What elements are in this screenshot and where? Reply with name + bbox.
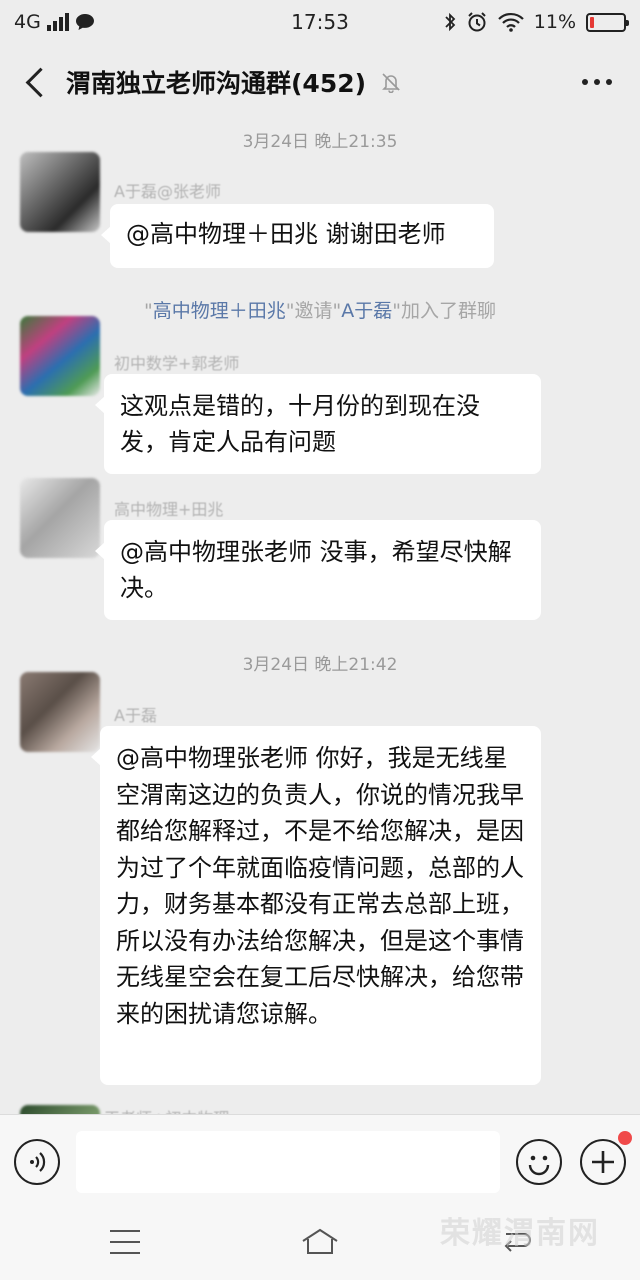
- timestamp-separator: 3月24日 晚上21:42: [242, 655, 398, 675]
- avatar[interactable]: [20, 316, 100, 396]
- status-right: 11%: [426, 11, 629, 33]
- status-bar: 4G 17:53 11%: [0, 0, 640, 44]
- bluetooth-icon: [445, 12, 456, 32]
- battery-fill: [590, 16, 594, 28]
- avatar[interactable]: [20, 1105, 100, 1114]
- plus-button[interactable]: [580, 1138, 626, 1185]
- message-bubble[interactable]: 这观点是错的，十月份的到现在没发，肯定人品有问题: [95, 374, 541, 474]
- emoji-button[interactable]: [516, 1138, 562, 1185]
- battery-percent: 11%: [533, 11, 576, 33]
- chat-title[interactable]: 渭南独立老师沟通群(452): [66, 64, 366, 100]
- smile-icon: [528, 1155, 550, 1175]
- signal-icon: [46, 13, 69, 31]
- message-list[interactable]: 3月24日 晚上21:35 A于磊@张老师 @高中物理＋田兆 谢谢田老师 "高中…: [0, 120, 640, 1114]
- message-bubble[interactable]: @高中物理张老师 你好，我是无线星空渭南这边的负责人，你说的情况我早都给您解释过…: [91, 726, 541, 1085]
- mute-bell-icon: [382, 73, 400, 93]
- more-functions: [580, 1130, 632, 1185]
- menu-icon[interactable]: [110, 1230, 140, 1254]
- wifi-icon: [497, 12, 524, 32]
- avatar[interactable]: [20, 672, 100, 752]
- battery-icon: [586, 12, 629, 32]
- message-notification-icon: [75, 14, 94, 30]
- home-icon[interactable]: [300, 1226, 340, 1256]
- back-arrow-icon[interactable]: [18, 62, 54, 102]
- timestamp-separator: 3月24日 晚上21:35: [242, 132, 398, 152]
- avatar[interactable]: [20, 152, 100, 232]
- watermark: 荣耀渭南网: [440, 1216, 600, 1251]
- message-bubble[interactable]: @高中物理＋田兆 谢谢田老师: [101, 204, 494, 268]
- network-type: 4G: [14, 11, 41, 33]
- sender-name: 高中物理+田兆: [114, 500, 224, 519]
- chat-header: 渭南独立老师沟通群(452): [0, 44, 640, 120]
- notification-dot: [618, 1130, 632, 1145]
- status-left: 4G: [14, 11, 214, 33]
- message-input[interactable]: [76, 1130, 500, 1193]
- sender-name: 初中数学+郭老师: [114, 354, 240, 373]
- input-bar: [0, 1114, 640, 1208]
- system-message-inviter[interactable]: 高中物理＋田兆: [153, 300, 286, 322]
- message-bubble[interactable]: @高中物理张老师 没事，希望尽快解决。: [95, 520, 541, 620]
- system-message-invitee[interactable]: A于磊: [341, 300, 392, 322]
- clock: 17:53: [291, 10, 349, 34]
- voice-input-button[interactable]: [14, 1138, 60, 1185]
- avatar[interactable]: [20, 478, 100, 558]
- sender-name: A于磊@张老师: [114, 182, 221, 201]
- alarm-icon: [468, 12, 486, 32]
- plus-icon: [592, 1150, 614, 1173]
- sender-name: A于磊: [114, 706, 157, 725]
- voice-icon: [30, 1151, 46, 1172]
- more-options-icon[interactable]: [572, 69, 622, 95]
- sender-name: 王老师+初中物理: [104, 1105, 229, 1114]
